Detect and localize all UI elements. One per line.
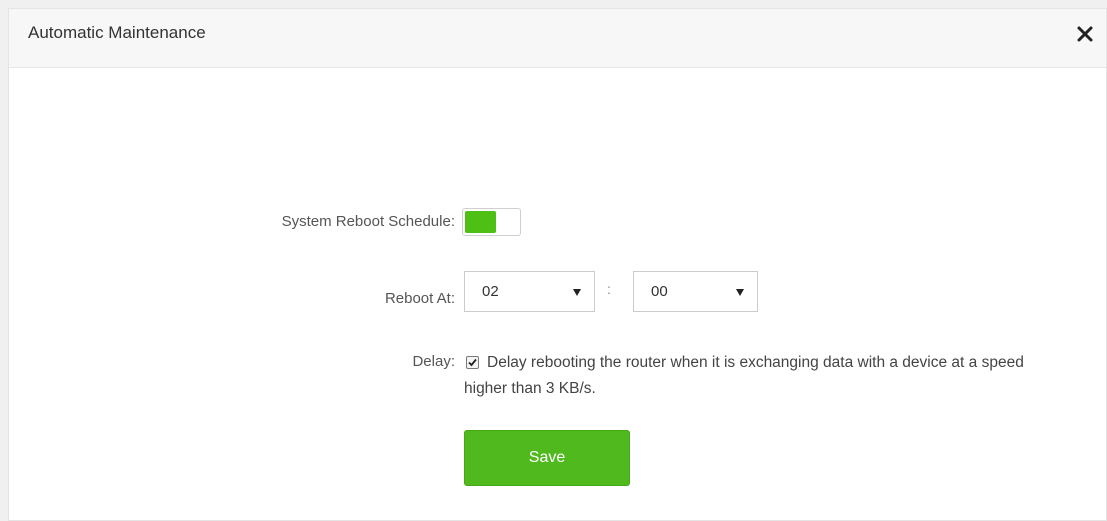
minute-select[interactable]: 00	[633, 271, 758, 312]
delay-label: Delay:	[412, 353, 455, 370]
hour-select[interactable]: 02	[464, 271, 595, 312]
chevron-down-icon	[573, 289, 581, 296]
hour-select-value: 02	[482, 283, 499, 300]
close-icon[interactable]	[1074, 23, 1096, 45]
schedule-label: System Reboot Schedule:	[281, 213, 455, 230]
delay-description: Delay rebooting the router when it is ex…	[464, 354, 1024, 397]
dialog-title: Automatic Maintenance	[28, 23, 206, 42]
reboot-schedule-toggle[interactable]	[462, 208, 521, 236]
chevron-down-icon	[736, 289, 744, 296]
reboot-at-label: Reboot At:	[384, 290, 455, 307]
delay-checkbox[interactable]	[466, 356, 479, 369]
checkmark-icon	[468, 358, 477, 367]
minute-select-value: 00	[651, 283, 668, 300]
toggle-on-indicator	[465, 211, 496, 233]
dialog-header: Automatic Maintenance	[9, 9, 1106, 68]
time-separator: :	[607, 281, 611, 297]
save-button[interactable]: Save	[464, 430, 630, 486]
